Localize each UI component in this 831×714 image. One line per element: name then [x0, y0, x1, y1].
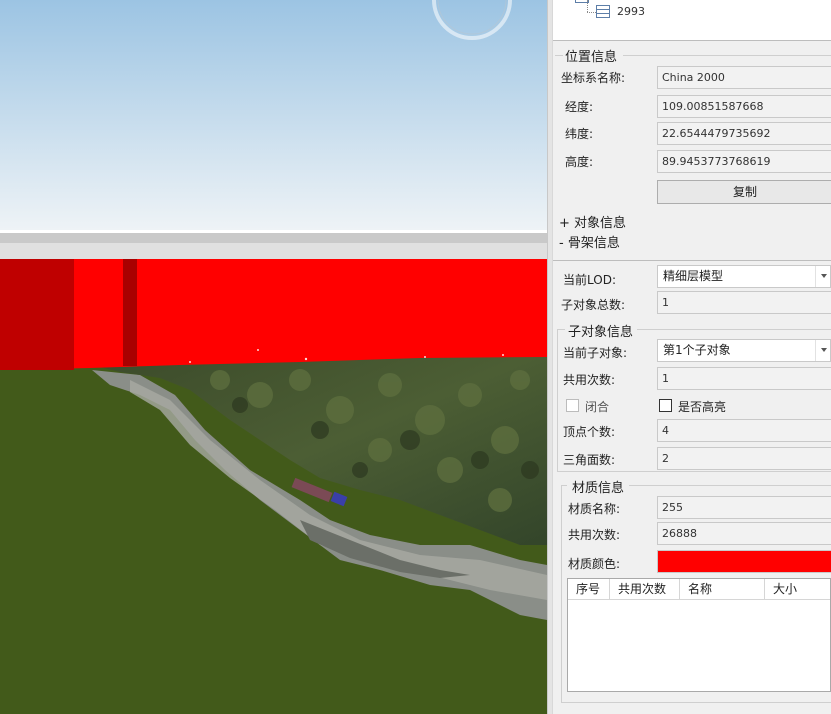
- highlighted-object: [0, 259, 547, 370]
- table-header: 序号 共用次数 名称 大小: [568, 579, 830, 600]
- object-info-toggle[interactable]: + 对象信息: [559, 212, 626, 231]
- lod-select[interactable]: 精细层模型: [657, 265, 831, 288]
- skeleton-info-toggle[interactable]: - 骨架信息: [559, 232, 620, 251]
- table-icon: [596, 5, 610, 18]
- chevron-down-icon: [821, 274, 827, 278]
- column-header-shared[interactable]: 共用次数: [610, 579, 680, 599]
- altitude-field[interactable]: 89.9453773768619: [657, 150, 831, 173]
- column-header-index[interactable]: 序号: [568, 579, 610, 599]
- position-group-title: 位置信息: [565, 50, 618, 65]
- longitude-label: 经度:: [565, 100, 594, 114]
- vertex-count-field[interactable]: 4: [657, 419, 831, 442]
- copy-button[interactable]: 复制: [657, 180, 831, 204]
- triangle-count-label: 三角面数:: [563, 453, 616, 467]
- property-panel: 2993 位置信息 坐标系名称: China 2000 经度: 109.0085…: [553, 0, 831, 714]
- scene-viewport[interactable]: [0, 0, 547, 714]
- material-shared-label: 共用次数:: [568, 528, 621, 542]
- material-shared-field[interactable]: 26888: [657, 522, 831, 545]
- lod-label: 当前LOD:: [563, 273, 616, 287]
- child-total-field[interactable]: 1: [657, 291, 831, 314]
- tree-node-label[interactable]: 2993: [617, 5, 645, 18]
- material-color-swatch[interactable]: [657, 550, 831, 573]
- current-child-label: 当前子对象:: [563, 346, 628, 360]
- highlight-checkbox[interactable]: [659, 399, 672, 412]
- child-total-label: 子对象总数:: [561, 298, 626, 312]
- column-header-size[interactable]: 大小: [765, 579, 831, 599]
- child-shared-field[interactable]: 1: [657, 367, 831, 390]
- material-table[interactable]: 序号 共用次数 名称 大小: [567, 578, 831, 692]
- closed-label: 闭合: [585, 400, 610, 414]
- material-color-label: 材质颜色:: [568, 557, 621, 571]
- current-child-select-value: 第1个子对象: [663, 343, 731, 357]
- column-header-name[interactable]: 名称: [680, 579, 765, 599]
- crs-label: 坐标系名称:: [561, 71, 626, 85]
- highlight-label: 是否高亮: [678, 400, 727, 414]
- vertex-count-label: 顶点个数:: [563, 425, 616, 439]
- scene-render: [0, 0, 547, 714]
- material-name-label: 材质名称:: [568, 502, 621, 516]
- object-tree[interactable]: 2993: [553, 0, 831, 41]
- material-name-field[interactable]: 255: [657, 496, 831, 519]
- triangle-count-field[interactable]: 2: [657, 447, 831, 470]
- latitude-field[interactable]: 22.6544479735692: [657, 122, 831, 145]
- altitude-label: 高度:: [565, 155, 594, 169]
- lod-select-value: 精细层模型: [663, 269, 724, 283]
- latitude-label: 纬度:: [565, 127, 594, 141]
- current-child-select[interactable]: 第1个子对象: [657, 339, 831, 362]
- crs-field[interactable]: China 2000: [657, 66, 831, 89]
- sky: [0, 0, 547, 230]
- closed-checkbox[interactable]: [566, 399, 579, 412]
- child-shared-label: 共用次数:: [563, 373, 616, 387]
- chevron-down-icon: [821, 348, 827, 352]
- longitude-field[interactable]: 109.00851587668: [657, 95, 831, 118]
